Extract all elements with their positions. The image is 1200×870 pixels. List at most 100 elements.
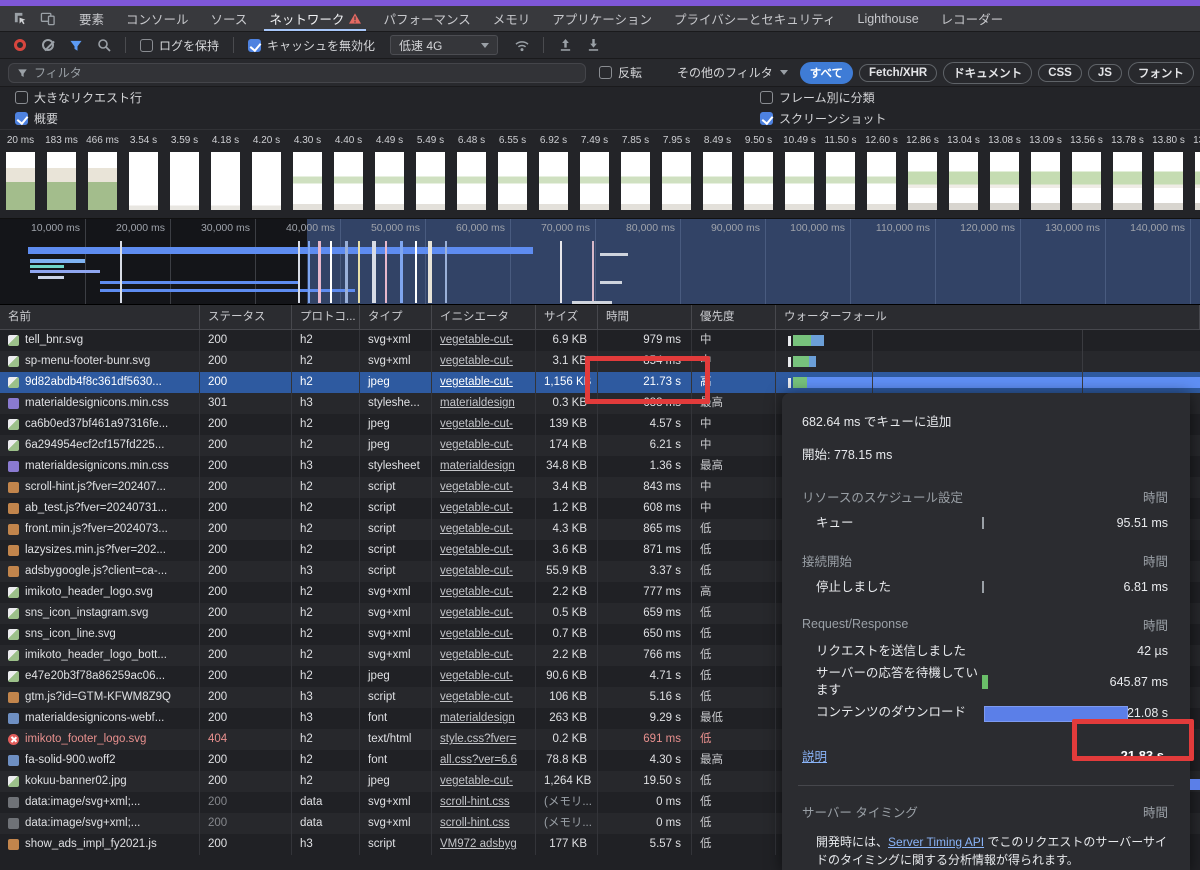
network-overview-timeline[interactable]: 10,000 ms20,000 ms30,000 ms40,000 ms50,0… <box>0 219 1200 305</box>
request-type-chip[interactable]: ドキュメント <box>943 62 1032 84</box>
initiator-link[interactable]: VM972 adsbyg <box>440 838 517 850</box>
initiator-link[interactable]: vegetable-cut- <box>440 586 513 598</box>
initiator-link[interactable]: vegetable-cut- <box>440 439 513 451</box>
import-har-icon[interactable] <box>553 34 577 56</box>
record-network-log-button[interactable] <box>8 34 32 56</box>
initiator-link[interactable]: style.css?fver= <box>440 733 516 745</box>
filmstrip-frame[interactable]: 20 ms <box>0 130 41 218</box>
filmstrip-frame[interactable]: 4.40 s <box>328 130 369 218</box>
column-header[interactable]: イニシエータ <box>432 305 536 329</box>
request-type-chip[interactable]: CSS <box>1038 64 1082 82</box>
initiator-link[interactable]: vegetable-cut- <box>440 544 513 556</box>
column-header[interactable]: サイズ <box>536 305 598 329</box>
disable-cache-checkbox[interactable]: キャッシュを無効化 <box>243 37 380 54</box>
filmstrip-frame[interactable]: 10.49 s <box>779 130 820 218</box>
devtools-tab[interactable]: レコーダー <box>930 6 1015 31</box>
initiator-link[interactable]: vegetable-cut- <box>440 628 513 640</box>
column-header[interactable]: プロトコ... <box>292 305 360 329</box>
devtools-tab[interactable]: メモリ <box>482 6 542 31</box>
filmstrip-frame[interactable]: 13.04 s <box>943 130 984 218</box>
column-header[interactable]: 優先度 <box>692 305 776 329</box>
devtools-tab[interactable]: ネットワーク <box>258 6 372 31</box>
filmstrip-frame[interactable]: 183 ms <box>41 130 82 218</box>
overview-checkbox[interactable]: 概要 <box>10 110 63 127</box>
filmstrip-frame[interactable]: 6.55 s <box>492 130 533 218</box>
devtools-tab[interactable]: ソース <box>200 6 259 31</box>
filmstrip-frame[interactable]: 7.49 s <box>574 130 615 218</box>
request-type-chip[interactable]: Fetch/XHR <box>859 64 937 82</box>
filmstrip-frame[interactable]: 4.18 s <box>205 130 246 218</box>
export-har-icon[interactable] <box>581 34 605 56</box>
filmstrip-frame[interactable]: 12.86 s <box>902 130 943 218</box>
initiator-link[interactable]: vegetable-cut- <box>440 775 513 787</box>
column-header[interactable]: 時間 <box>598 305 692 329</box>
initiator-link[interactable]: vegetable-cut- <box>440 670 513 682</box>
filmstrip-frame[interactable]: 8.49 s <box>697 130 738 218</box>
filmstrip-frame[interactable]: 4.49 s <box>369 130 410 218</box>
column-header[interactable]: タイプ <box>360 305 432 329</box>
initiator-link[interactable]: materialdesign <box>440 397 515 409</box>
filter-toggle-icon[interactable] <box>64 34 88 56</box>
group-by-frame-checkbox[interactable]: フレーム別に分類 <box>755 89 880 106</box>
column-header[interactable]: 名前 <box>0 305 200 329</box>
filmstrip-frame[interactable]: 6.92 s <box>533 130 574 218</box>
initiator-link[interactable]: vegetable-cut- <box>440 418 513 430</box>
devtools-tab[interactable]: コンソール <box>115 6 200 31</box>
request-row[interactable]: tell_bnr.svg 200 h2 svg+xml vegetable-cu… <box>0 330 1200 351</box>
filmstrip-frame[interactable]: 13.08 s <box>984 130 1025 218</box>
search-icon[interactable] <box>92 34 116 56</box>
initiator-link[interactable]: vegetable-cut- <box>440 649 513 661</box>
column-header[interactable]: ステータス <box>200 305 292 329</box>
initiator-link[interactable]: vegetable-cut- <box>440 376 513 388</box>
inspect-icon[interactable] <box>6 6 34 31</box>
explanation-link[interactable]: 説明 <box>802 746 827 765</box>
preserve-log-checkbox[interactable]: ログを保持 <box>135 37 224 54</box>
invert-filter-checkbox[interactable]: 反転 <box>594 64 647 81</box>
filmstrip-frame[interactable]: 4.30 s <box>287 130 328 218</box>
table-header-row[interactable]: 名前ステータスプロトコ...タイプイニシエータサイズ時間優先度ウォーターフォール <box>0 305 1200 330</box>
filmstrip-frame[interactable]: 13.56 s <box>1066 130 1107 218</box>
initiator-link[interactable]: vegetable-cut- <box>440 565 513 577</box>
initiator-link[interactable]: vegetable-cut- <box>440 481 513 493</box>
devtools-tab[interactable]: パフォーマンス <box>372 6 481 31</box>
devtools-tab[interactable]: プライバシーとセキュリティ <box>663 6 847 31</box>
devtools-tab[interactable]: 要素 <box>68 6 115 31</box>
filmstrip-frame[interactable]: 9.50 s <box>738 130 779 218</box>
filmstrip-frame[interactable]: 6.48 s <box>451 130 492 218</box>
initiator-link[interactable]: vegetable-cut- <box>440 334 513 346</box>
initiator-link[interactable]: scroll-hint.css <box>440 817 510 829</box>
devtools-tab[interactable]: アプリケーション <box>541 6 663 31</box>
devtools-tab[interactable]: Lighthouse <box>847 6 930 31</box>
initiator-link[interactable]: scroll-hint.css <box>440 796 510 808</box>
initiator-link[interactable]: vegetable-cut- <box>440 523 513 535</box>
filmstrip-frame[interactable]: 466 ms <box>82 130 123 218</box>
filmstrip-frame[interactable]: 13.09 s <box>1025 130 1066 218</box>
initiator-link[interactable]: vegetable-cut- <box>440 355 513 367</box>
more-filters-dropdown[interactable]: その他のフィルタ <box>673 64 792 81</box>
screenshots-checkbox[interactable]: スクリーンショット <box>755 110 891 127</box>
initiator-link[interactable]: vegetable-cut- <box>440 607 513 619</box>
clear-network-log-button[interactable] <box>36 34 60 56</box>
filmstrip-frame[interactable]: 7.85 s <box>615 130 656 218</box>
throttling-select[interactable]: 低速 4G <box>390 35 498 55</box>
network-conditions-icon[interactable] <box>510 34 534 56</box>
request-type-chip[interactable]: すべて <box>800 62 853 84</box>
server-timing-api-link[interactable]: Server Timing API <box>888 835 984 849</box>
filmstrip-frame[interactable]: 3.54 s <box>123 130 164 218</box>
filmstrip-frame[interactable]: 13.80 s <box>1148 130 1189 218</box>
initiator-link[interactable]: materialdesign <box>440 460 515 472</box>
big-request-rows-checkbox[interactable]: 大きなリクエスト行 <box>10 89 147 106</box>
device-toolbar-icon[interactable] <box>34 6 62 31</box>
filmstrip-frame[interactable]: 5.49 s <box>410 130 451 218</box>
filmstrip-frame[interactable]: 3.59 s <box>164 130 205 218</box>
filmstrip-frame[interactable]: 7.95 s <box>656 130 697 218</box>
filmstrip-frame[interactable]: 13.78 s <box>1107 130 1148 218</box>
initiator-link[interactable]: vegetable-cut- <box>440 691 513 703</box>
filter-input[interactable]: フィルタ <box>8 63 586 83</box>
column-header[interactable]: ウォーターフォール <box>776 305 1200 329</box>
initiator-link[interactable]: materialdesign <box>440 712 515 724</box>
request-type-chip[interactable]: JS <box>1088 64 1122 82</box>
request-type-chip[interactable]: フォント <box>1128 62 1194 84</box>
filmstrip-frame[interactable]: 13.81 s <box>1189 130 1200 218</box>
initiator-link[interactable]: vegetable-cut- <box>440 502 513 514</box>
